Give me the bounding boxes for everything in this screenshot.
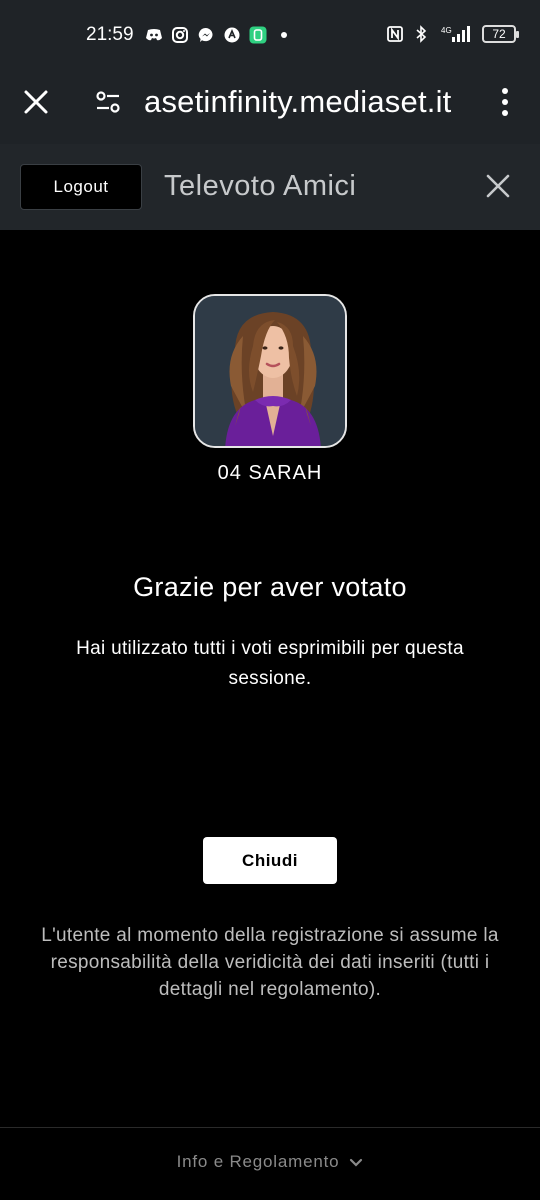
info-regolamento-toggle[interactable]: Info e Regolamento xyxy=(0,1152,540,1172)
system-icons: 4G 72 xyxy=(386,25,519,43)
footer-divider xyxy=(0,1127,540,1128)
logout-button[interactable]: Logout xyxy=(20,164,142,210)
signal-4g-icon: 4G xyxy=(438,25,474,43)
more-vert-icon[interactable] xyxy=(496,86,514,118)
url-bar[interactable]: asetinfinity.mediaset.it xyxy=(144,84,451,120)
dot-icon xyxy=(275,26,293,44)
page-title: Televoto Amici xyxy=(164,170,357,202)
app-icon xyxy=(223,26,241,44)
close-button[interactable]: Chiudi xyxy=(203,837,337,884)
contestant-name: 04 SARAH xyxy=(217,462,323,484)
status-time: 21:59 xyxy=(86,24,134,45)
site-settings-icon[interactable] xyxy=(94,88,122,116)
green-app-icon xyxy=(249,26,267,44)
bluetooth-icon xyxy=(412,25,430,43)
notification-icons xyxy=(145,26,293,44)
confirmation-message: Hai utilizzato tutti i voti esprimibili … xyxy=(76,638,464,689)
messenger-icon xyxy=(197,26,215,44)
disclaimer-text: L'utente al momento della registrazione … xyxy=(41,925,499,1000)
battery-indicator: 72 xyxy=(482,25,519,43)
app-header: Logout Televoto Amici xyxy=(0,144,540,230)
info-regolamento-label: Info e Regolamento xyxy=(176,1152,340,1171)
nfc-icon xyxy=(386,25,404,43)
chevron-down-icon xyxy=(349,1155,363,1169)
status-bar: 21:59 4G 72 xyxy=(0,0,540,70)
network-label: 4G xyxy=(441,26,452,35)
browser-toolbar: asetinfinity.mediaset.it xyxy=(0,70,540,144)
browser-close-icon[interactable] xyxy=(22,88,50,116)
close-icon[interactable] xyxy=(484,172,512,200)
discord-icon xyxy=(145,26,163,44)
instagram-icon xyxy=(171,26,189,44)
contestant-avatar xyxy=(193,294,347,448)
confirmation-title: Grazie per aver votato xyxy=(133,572,407,602)
